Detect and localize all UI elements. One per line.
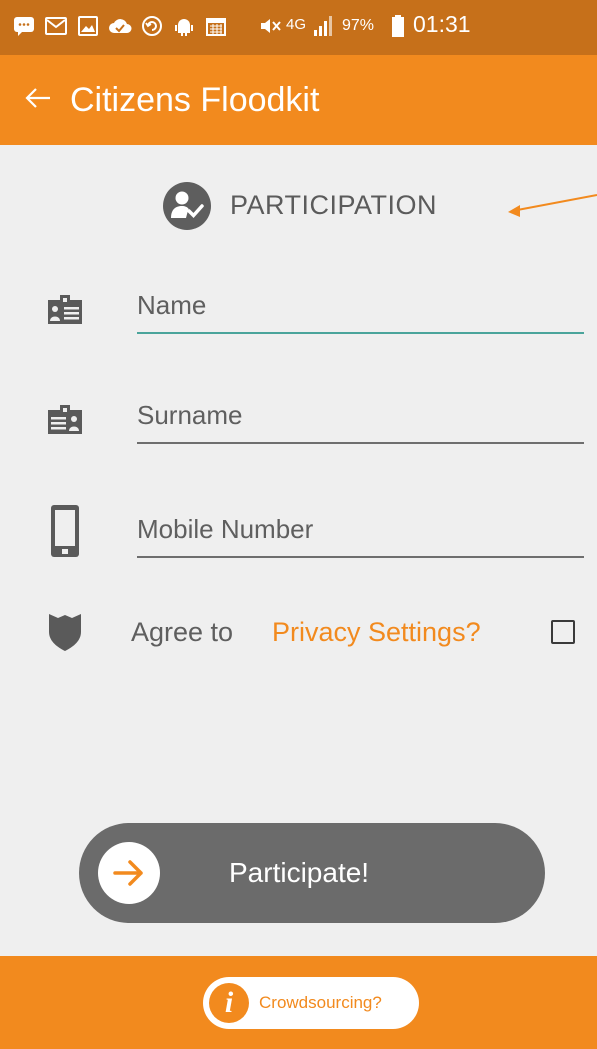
sync-icon xyxy=(142,16,162,36)
crowdsourcing-button[interactable]: i Crowdsourcing? xyxy=(203,977,419,1029)
status-bar: 4G 97% 01:31 xyxy=(0,0,597,55)
page-title: PARTICIPATION xyxy=(230,190,438,220)
mobile-phone-icon xyxy=(51,505,79,557)
id-card-icon xyxy=(48,295,82,324)
surname-field[interactable] xyxy=(137,390,584,444)
back-arrow-icon[interactable] xyxy=(24,84,52,112)
messages-icon xyxy=(14,17,34,36)
battery-percent: 97% xyxy=(342,17,375,34)
name-field[interactable] xyxy=(137,280,584,334)
privacy-agree-checkbox[interactable] xyxy=(551,620,575,644)
gmail-icon xyxy=(45,17,67,35)
id-card-icon xyxy=(48,405,82,434)
calendar-icon xyxy=(206,18,226,36)
participate-label: Participate! xyxy=(229,857,370,888)
privacy-settings-link[interactable]: Privacy Settings? xyxy=(272,612,481,652)
agree-label: Agree to xyxy=(131,617,234,647)
info-icon-glyph: i xyxy=(224,986,234,1019)
mobile-underline xyxy=(137,556,584,558)
network-type: 4G xyxy=(286,16,307,33)
clock: 01:31 xyxy=(413,11,471,37)
android-debug-icon xyxy=(175,19,193,36)
battery-icon xyxy=(392,15,404,37)
arrow-right-icon xyxy=(113,860,143,886)
crowdsourcing-label: Crowdsourcing? xyxy=(259,993,382,1012)
mute-icon xyxy=(261,19,281,33)
surname-underline xyxy=(137,442,584,444)
cloud-check-icon xyxy=(109,19,132,33)
shield-icon xyxy=(49,614,81,651)
user-check-icon xyxy=(163,182,211,230)
gallery-icon xyxy=(78,16,98,36)
name-underline xyxy=(137,332,584,334)
participate-button[interactable]: Participate! xyxy=(79,823,545,923)
signal-icon xyxy=(314,16,332,36)
participate-icon-circle xyxy=(98,842,160,904)
info-icon: i xyxy=(209,983,249,1023)
annotation-arrow xyxy=(508,194,597,217)
app-bar: Citizens Floodkit xyxy=(0,55,597,145)
bottom-bar: i Crowdsourcing? xyxy=(0,956,597,1049)
surname-input[interactable] xyxy=(137,390,584,440)
mobile-number-field[interactable] xyxy=(137,504,584,558)
app-title: Citizens Floodkit xyxy=(70,81,320,119)
name-input[interactable] xyxy=(137,280,584,330)
mobile-number-input[interactable] xyxy=(137,504,584,554)
